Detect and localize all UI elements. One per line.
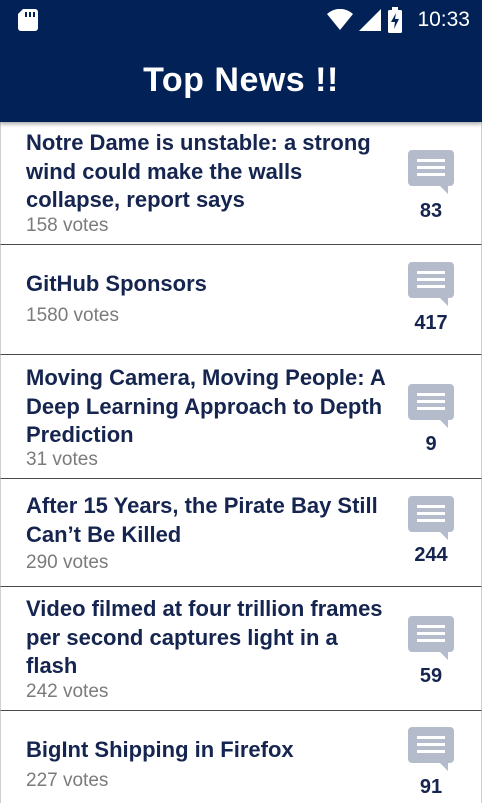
news-title: Moving Camera, Moving People: A Deep Lea… xyxy=(26,365,385,447)
news-votes: 227 votes xyxy=(26,770,109,791)
page-title: Top News !! xyxy=(143,60,339,99)
comment-count: 417 xyxy=(414,312,448,334)
comment-icon[interactable] xyxy=(408,616,454,660)
news-item[interactable]: Notre Dame is unstable: a strong wind co… xyxy=(0,122,482,245)
comment-icon[interactable] xyxy=(408,727,454,771)
news-item[interactable]: Moving Camera, Moving People: A Deep Lea… xyxy=(0,355,482,479)
news-votes: 158 votes xyxy=(26,215,109,236)
news-votes: 31 votes xyxy=(26,449,98,470)
comment-count: 59 xyxy=(419,665,443,687)
sd-card-icon xyxy=(18,9,38,31)
news-votes: 242 votes xyxy=(26,681,109,702)
signal-icon xyxy=(359,9,382,31)
comment-icon[interactable] xyxy=(408,262,454,306)
comment-count: 9 xyxy=(425,433,437,455)
status-bar: 10:33 xyxy=(0,0,482,38)
news-votes: 1580 votes xyxy=(26,305,119,326)
news-item[interactable]: Video filmed at four trillion frames per… xyxy=(0,587,482,711)
news-list[interactable]: Notre Dame is unstable: a strong wind co… xyxy=(0,122,482,803)
comment-icon[interactable] xyxy=(408,496,454,540)
news-title: After 15 Years, the Pirate Bay Still Can… xyxy=(26,493,378,547)
news-title: GitHub Sponsors xyxy=(26,271,207,296)
app-bar: Top News !! xyxy=(0,38,482,122)
comment-icon[interactable] xyxy=(408,384,454,428)
news-item[interactable]: BigInt Shipping in Firefox 227 votes 91 xyxy=(0,711,482,803)
news-title: BigInt Shipping in Firefox xyxy=(26,737,294,762)
news-item[interactable]: After 15 Years, the Pirate Bay Still Can… xyxy=(0,479,482,587)
status-time: 10:33 xyxy=(417,8,470,31)
news-title: Video filmed at four trillion frames per… xyxy=(26,596,383,678)
comment-count: 244 xyxy=(414,544,448,566)
comment-count: 83 xyxy=(419,200,443,222)
battery-charging-icon xyxy=(388,7,403,33)
wifi-icon xyxy=(327,9,354,30)
comment-count: 91 xyxy=(419,776,443,798)
comment-icon[interactable] xyxy=(408,150,454,194)
news-votes: 290 votes xyxy=(26,552,109,573)
news-title: Notre Dame is unstable: a strong wind co… xyxy=(26,130,371,212)
news-item[interactable]: GitHub Sponsors 1580 votes 417 xyxy=(0,245,482,355)
